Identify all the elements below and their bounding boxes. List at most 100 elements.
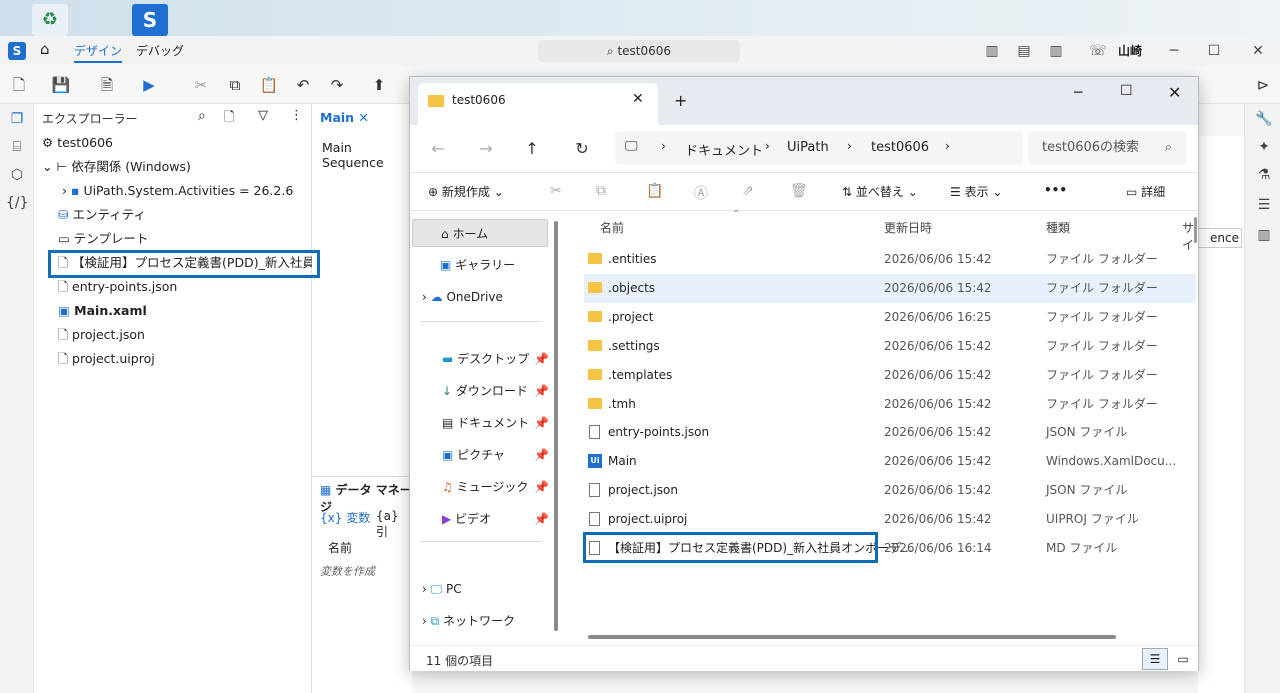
tab-variables[interactable]: {x} 変数 bbox=[320, 509, 370, 526]
paste-icon[interactable]: 📋 bbox=[646, 183, 663, 199]
feedback-icon[interactable]: ☏ bbox=[1086, 40, 1110, 62]
nav-pc[interactable]: › 🖵 PC bbox=[422, 575, 462, 603]
nav-documents[interactable]: ▤ ドキュメント 📌 bbox=[442, 409, 549, 437]
tree-item-entry-points[interactable]: 🗋 entry-points.json bbox=[58, 276, 177, 298]
close-tab-icon[interactable]: ✕ bbox=[632, 91, 644, 107]
forward-icon[interactable]: → bbox=[472, 137, 500, 161]
chevron-right-icon[interactable]: › bbox=[422, 582, 431, 596]
nav-scrollbar[interactable] bbox=[554, 221, 558, 631]
cut-icon[interactable]: ✂ bbox=[190, 74, 212, 96]
test-icon[interactable]: ⚗ bbox=[1253, 164, 1275, 186]
nav-gallery[interactable]: ▣ ギャラリー bbox=[440, 251, 515, 279]
file-row[interactable]: project.uiproj 2026/06/06 15:42 UIPROJ ファイ… bbox=[584, 505, 1196, 534]
file-row[interactable]: .tmh 2026/06/06 15:42 ファイル フォルダー bbox=[584, 390, 1196, 419]
home-icon[interactable]: ⌂ bbox=[40, 40, 50, 58]
tab-debug[interactable]: デバッグ bbox=[136, 42, 184, 59]
package-icon[interactable]: ⬡ bbox=[6, 164, 28, 186]
tree-item-root[interactable]: ⚙ test0606 bbox=[42, 132, 113, 154]
pin-icon[interactable]: 📌 bbox=[534, 345, 549, 373]
back-icon[interactable]: ← bbox=[424, 137, 452, 161]
variables-icon[interactable]: {/} bbox=[6, 192, 29, 214]
maximize-button[interactable]: ☐ bbox=[1202, 40, 1226, 62]
breadcrumb-test0606[interactable]: test0606 bbox=[871, 140, 929, 155]
nav-network[interactable]: › ⧉ ネットワーク bbox=[422, 607, 515, 635]
recycle-bin-icon[interactable]: ♻ bbox=[32, 4, 68, 36]
undo-icon[interactable]: ↶ bbox=[292, 74, 314, 96]
view-button[interactable]: ☰ 表示 ⌄ bbox=[950, 183, 1002, 200]
explorer-add-icon[interactable]: 🗋 bbox=[224, 108, 234, 130]
tab-arguments[interactable]: {a} 引 bbox=[376, 509, 412, 540]
tree-item-uiproj[interactable]: 🗋 project.uiproj bbox=[58, 348, 155, 370]
properties-icon[interactable]: 🔧 bbox=[1253, 108, 1275, 130]
tree-item-entities[interactable]: ⛁ エンティティ bbox=[58, 204, 146, 226]
breadcrumb-uipath[interactable]: UiPath bbox=[787, 140, 829, 155]
new-file-icon[interactable]: 🗋 bbox=[8, 74, 30, 96]
tab-design[interactable]: デザイン bbox=[74, 42, 123, 63]
paste-icon[interactable]: 📋 bbox=[258, 74, 280, 96]
file-row[interactable]: .entities 2026/06/06 15:42 ファイル フォルダー bbox=[584, 245, 1196, 274]
layout-right-icon[interactable]: ▥ bbox=[1044, 40, 1068, 62]
nav-videos[interactable]: ▶ ビデオ 📌 bbox=[442, 505, 549, 533]
details-button[interactable]: ▭ 詳細 bbox=[1126, 183, 1165, 200]
column-date[interactable]: 更新日時 bbox=[884, 219, 932, 236]
chevron-right-icon[interactable]: › bbox=[422, 290, 431, 304]
tab-main[interactable]: Main ✕ bbox=[320, 110, 369, 125]
refresh-icon[interactable]: ↻ bbox=[568, 137, 596, 161]
explorer-search-icon[interactable]: ⌕ bbox=[198, 108, 206, 124]
cut-icon[interactable]: ✂ bbox=[550, 183, 562, 199]
publish-icon[interactable]: ⬆ bbox=[368, 74, 390, 96]
pin-icon[interactable]: 📌 bbox=[534, 441, 549, 469]
file-row[interactable]: entry-points.json 2026/06/06 15:42 JSON ファ… bbox=[584, 418, 1196, 447]
user-name[interactable]: 山崎 bbox=[1118, 42, 1142, 59]
redo-icon[interactable]: ↷ bbox=[326, 74, 348, 96]
tree-item-project-json[interactable]: 🗋 project.json bbox=[58, 324, 145, 346]
new-tab-icon[interactable]: + bbox=[674, 91, 687, 110]
breadcrumb-documents[interactable]: ドキュメント bbox=[685, 140, 763, 159]
activities-icon[interactable]: ⌸ bbox=[6, 136, 28, 158]
chart-icon[interactable]: ▥ bbox=[1253, 224, 1275, 246]
list-vscrollbar[interactable] bbox=[1194, 217, 1197, 243]
tree-item-templates[interactable]: ▭ テンプレート bbox=[58, 228, 148, 250]
file-row[interactable]: Ui Main 2026/06/06 15:42 Windows.XamlDocu..… bbox=[584, 447, 1196, 476]
tree-item-main[interactable]: ▣ Main.xaml bbox=[58, 300, 147, 322]
property-value[interactable]: ence bbox=[1198, 228, 1242, 248]
tree-item-dependency[interactable]: › ▪ UiPath.System.Activities = 26.2.6 bbox=[62, 180, 293, 202]
minimize-button[interactable]: ─ bbox=[1074, 85, 1082, 101]
copy-icon[interactable]: ⧉ bbox=[224, 74, 246, 96]
up-icon[interactable]: ↑ bbox=[518, 137, 546, 161]
layout-left-icon[interactable]: ▥ bbox=[980, 40, 1004, 62]
nav-downloads[interactable]: ↓ ダウンロード 📌 bbox=[442, 377, 549, 405]
maximize-button[interactable]: ☐ bbox=[1120, 83, 1133, 99]
column-type[interactable]: 種類 bbox=[1046, 219, 1070, 236]
list-hscrollbar[interactable] bbox=[588, 635, 1116, 639]
more-options-icon[interactable]: ••• bbox=[1044, 183, 1067, 197]
tree-item-dependencies[interactable]: ⌄ ⊢ 依存関係 (Windows) bbox=[42, 156, 191, 178]
chevron-down-icon[interactable]: ⌄ bbox=[42, 159, 56, 174]
file-row[interactable]: .objects 2026/06/06 15:42 ファイル フォルダー bbox=[584, 273, 1196, 303]
layout-bottom-icon[interactable]: ▤ bbox=[1012, 40, 1036, 62]
file-row[interactable]: project.json 2026/06/06 15:42 JSON ファイル bbox=[584, 476, 1196, 505]
explorer-more-icon[interactable]: ⋮ bbox=[290, 108, 303, 123]
explorer-icon[interactable]: ❐ bbox=[6, 108, 28, 130]
chevron-right-icon[interactable]: › bbox=[422, 614, 431, 628]
file-row[interactable]: .project 2026/06/06 16:25 ファイル フォルダー bbox=[584, 303, 1196, 332]
explorer-filter-icon[interactable]: ▽ bbox=[258, 108, 268, 123]
file-row[interactable]: .templates 2026/06/06 15:42 ファイル フォルダー bbox=[584, 361, 1196, 390]
close-button[interactable]: ✕ bbox=[1168, 83, 1181, 102]
more-icon[interactable]: ⊳ bbox=[1252, 74, 1274, 96]
nav-music[interactable]: ♫ ミュージック 📌 bbox=[442, 473, 549, 501]
nav-desktop[interactable]: ▬ デスクトップ 📌 bbox=[442, 345, 549, 373]
pin-icon[interactable]: 📌 bbox=[534, 409, 549, 437]
chevron-right-icon[interactable]: › bbox=[62, 183, 71, 198]
close-button[interactable]: ✕ bbox=[1246, 40, 1270, 62]
nav-pictures[interactable]: ▣ ピクチャ 📌 bbox=[442, 441, 549, 469]
tiles-view-icon[interactable]: ▭ bbox=[1172, 648, 1194, 670]
export-icon[interactable]: 🗎 bbox=[96, 74, 118, 96]
details-view-icon[interactable]: ☰ bbox=[1142, 648, 1168, 670]
run-icon[interactable]: ▶ bbox=[138, 74, 160, 96]
new-button[interactable]: ⊕ 新規作成 ⌄ bbox=[428, 183, 504, 200]
minimize-button[interactable]: ─ bbox=[1162, 40, 1186, 62]
breadcrumb[interactable]: 🖵 › ドキュメント › UiPath › test0606 › bbox=[615, 131, 1023, 165]
pin-icon[interactable]: 📌 bbox=[534, 505, 549, 533]
column-name[interactable]: 名前 bbox=[600, 219, 624, 236]
